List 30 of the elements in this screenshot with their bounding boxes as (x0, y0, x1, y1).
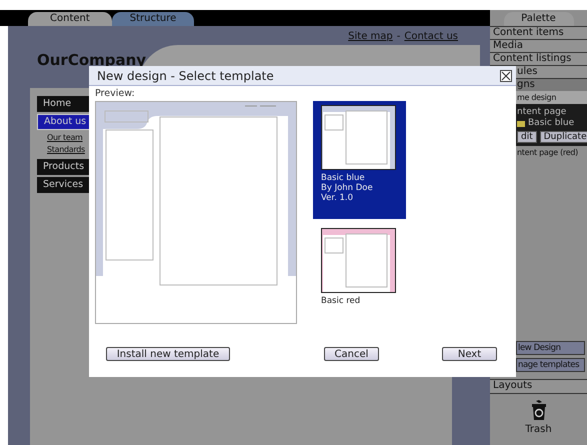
dialog-button[interactable]: Next (442, 347, 497, 361)
dialog-title: New design - Select template (97, 68, 274, 82)
template-version: Ver. 1.0 (321, 193, 354, 203)
tab[interactable]: Structure (112, 12, 194, 26)
design-template-label: Basic blue (528, 118, 574, 129)
design-page-label: ntent page (517, 107, 568, 118)
tab[interactable]: Content (28, 12, 112, 26)
dialog-button[interactable]: Install new template (106, 347, 230, 361)
palette-section[interactable]: Content listings (490, 52, 587, 65)
template-option[interactable]: Basic red (313, 224, 406, 310)
template-option[interactable]: Basic blue By John Doe Ver. 1.0 (313, 101, 406, 219)
trash-label: Trash (525, 424, 552, 435)
link-separator: - (396, 31, 400, 42)
design-action-button[interactable]: nage templates (516, 358, 585, 372)
design-button[interactable]: Duplicate (540, 131, 587, 143)
palette-section[interactable]: Media (490, 39, 587, 52)
design-button[interactable]: dit (517, 131, 537, 143)
close-icon[interactable] (500, 70, 512, 82)
palette-section[interactable]: Content items (490, 26, 587, 39)
preview-label: Preview: (95, 88, 136, 99)
palette-tab[interactable]: Palette (504, 12, 574, 26)
template-icon (517, 120, 525, 128)
dialog-button[interactable]: Cancel (324, 347, 379, 361)
trash-icon[interactable] (530, 400, 548, 420)
design-action-button[interactable]: lew Design (516, 341, 585, 355)
template-name: Basic red (321, 296, 362, 306)
palette-section[interactable]: Layouts (490, 379, 587, 394)
company-name: OurCompany (37, 51, 146, 69)
template-author: By John Doe (321, 183, 374, 193)
template-name: Basic blue (321, 173, 366, 183)
